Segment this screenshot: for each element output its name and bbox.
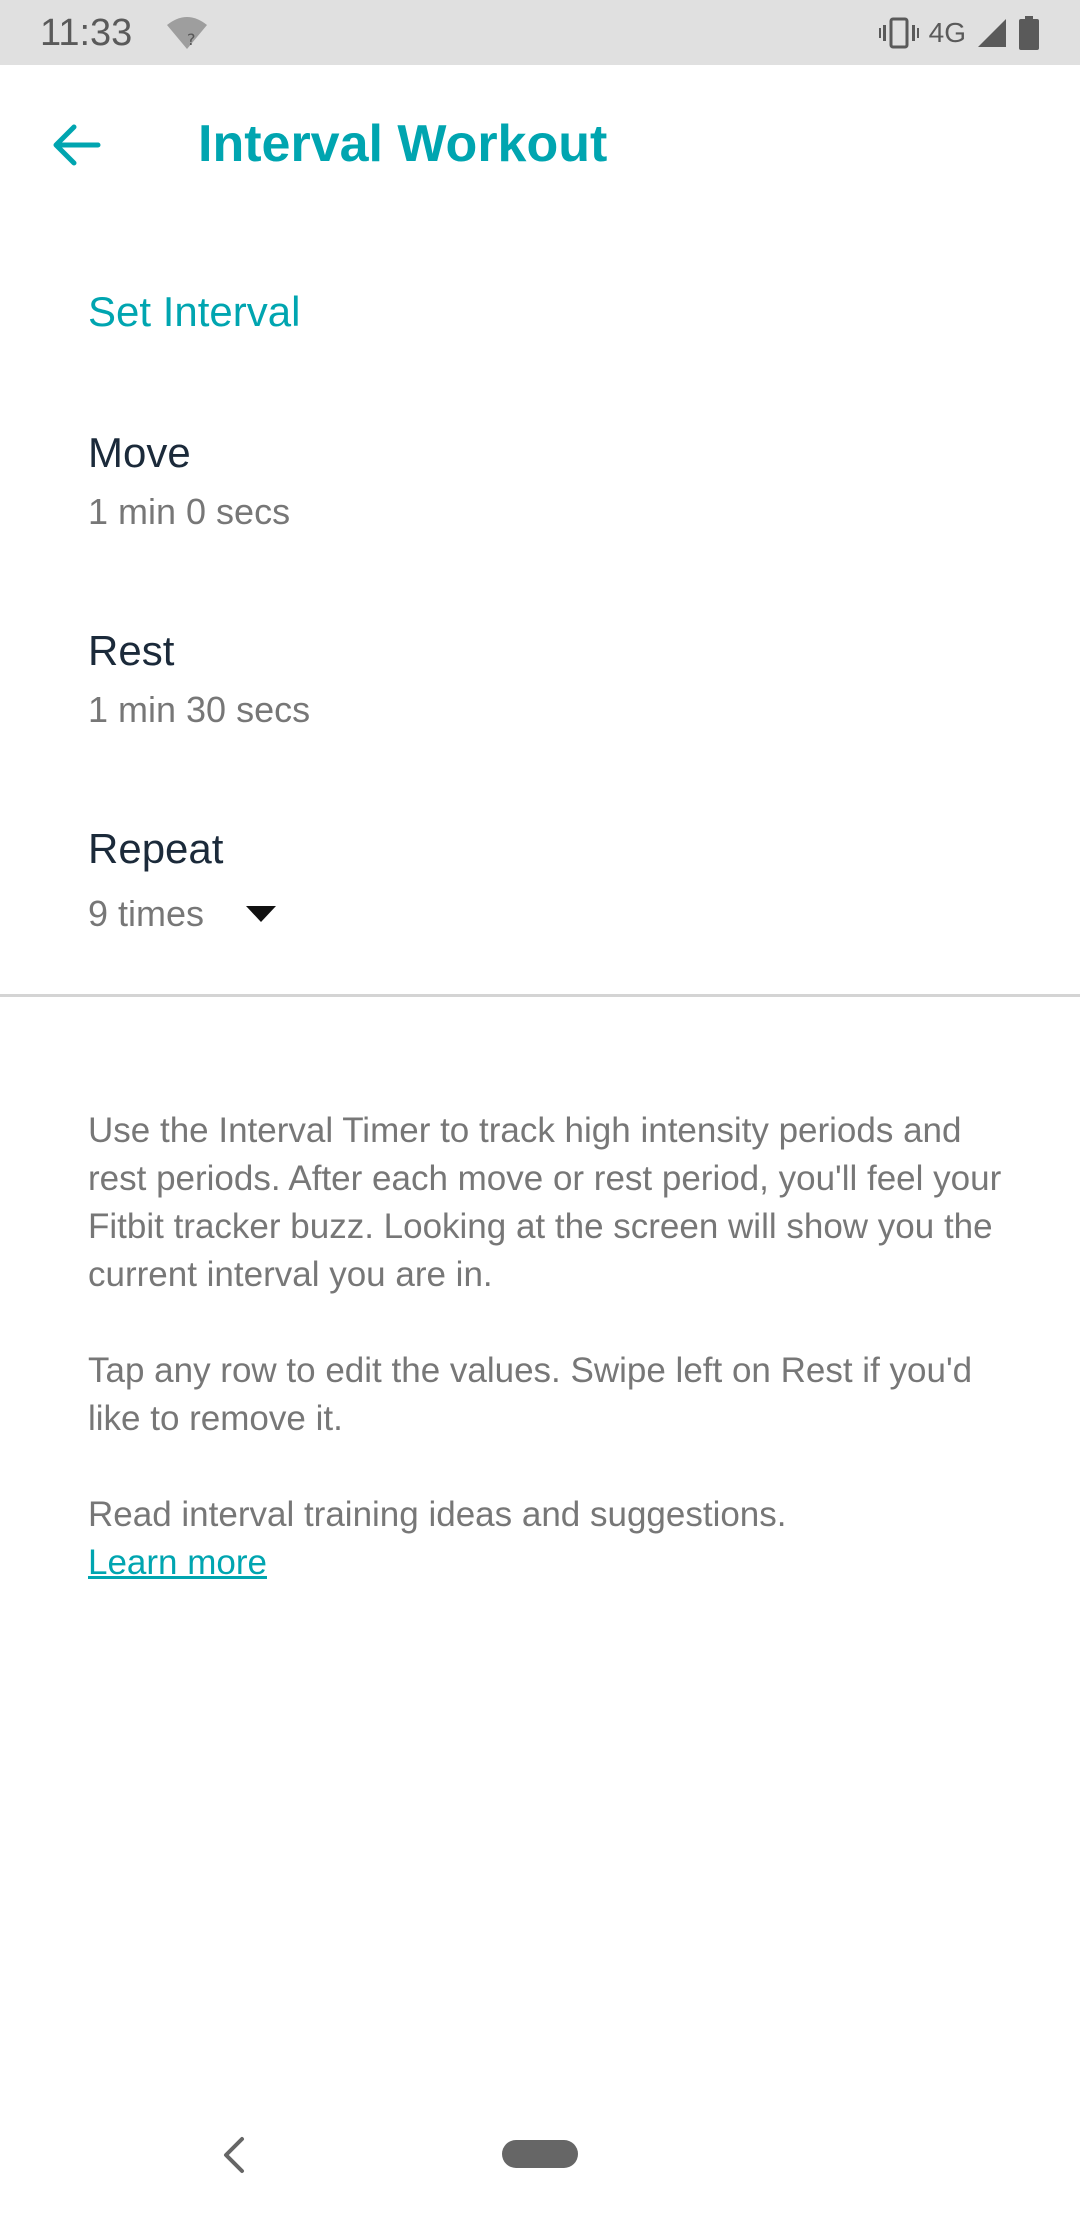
vibrate-icon (878, 17, 919, 49)
svg-text:?: ? (187, 30, 196, 49)
network-type-label: 4G (928, 17, 966, 48)
info-paragraph-2: Tap any row to edit the values. Swipe le… (88, 1351, 973, 1438)
repeat-label: Repeat (88, 825, 224, 872)
section-title: Set Interval (88, 288, 301, 335)
battery-icon (1019, 16, 1039, 50)
move-row[interactable]: Move 1 min 0 secs (0, 425, 1080, 595)
info-paragraph-1: Use the Interval Timer to track high int… (88, 1111, 1002, 1294)
status-icons: 4G (878, 14, 1040, 52)
app-bar: Interval Workout (0, 65, 1080, 225)
rest-row[interactable]: Rest 1 min 30 secs (0, 623, 1080, 793)
divider (0, 994, 1080, 997)
back-arrow-icon[interactable] (48, 117, 104, 173)
screen: 11:33 ? 4G Interval Workout Set Interval… (0, 0, 1080, 2220)
page-title: Interval Workout (198, 115, 608, 173)
info-paragraph-3: Read interval training ideas and suggest… (88, 1491, 1008, 1587)
rest-value: 1 min 30 secs (88, 689, 311, 730)
repeat-value: 9 times (88, 893, 205, 934)
learn-more-link[interactable]: Learn more (88, 1543, 267, 1582)
move-value: 1 min 0 secs (88, 491, 291, 532)
suggestions-text: Read interval training ideas and suggest… (88, 1495, 787, 1534)
nav-back-icon[interactable] (218, 2135, 250, 2175)
status-bar: 11:33 ? 4G (0, 0, 1080, 65)
repeat-row[interactable]: Repeat 9 times (0, 821, 1080, 991)
move-label: Move (88, 429, 191, 476)
repeat-dropdown[interactable]: 9 times (88, 889, 277, 939)
status-time: 11:33 (40, 12, 133, 54)
wifi-unknown-icon: ? (167, 17, 207, 49)
dropdown-arrow-icon (246, 906, 277, 922)
rest-label: Rest (88, 627, 175, 674)
signal-icon (978, 19, 1006, 47)
nav-home-pill-icon[interactable] (502, 2140, 578, 2168)
